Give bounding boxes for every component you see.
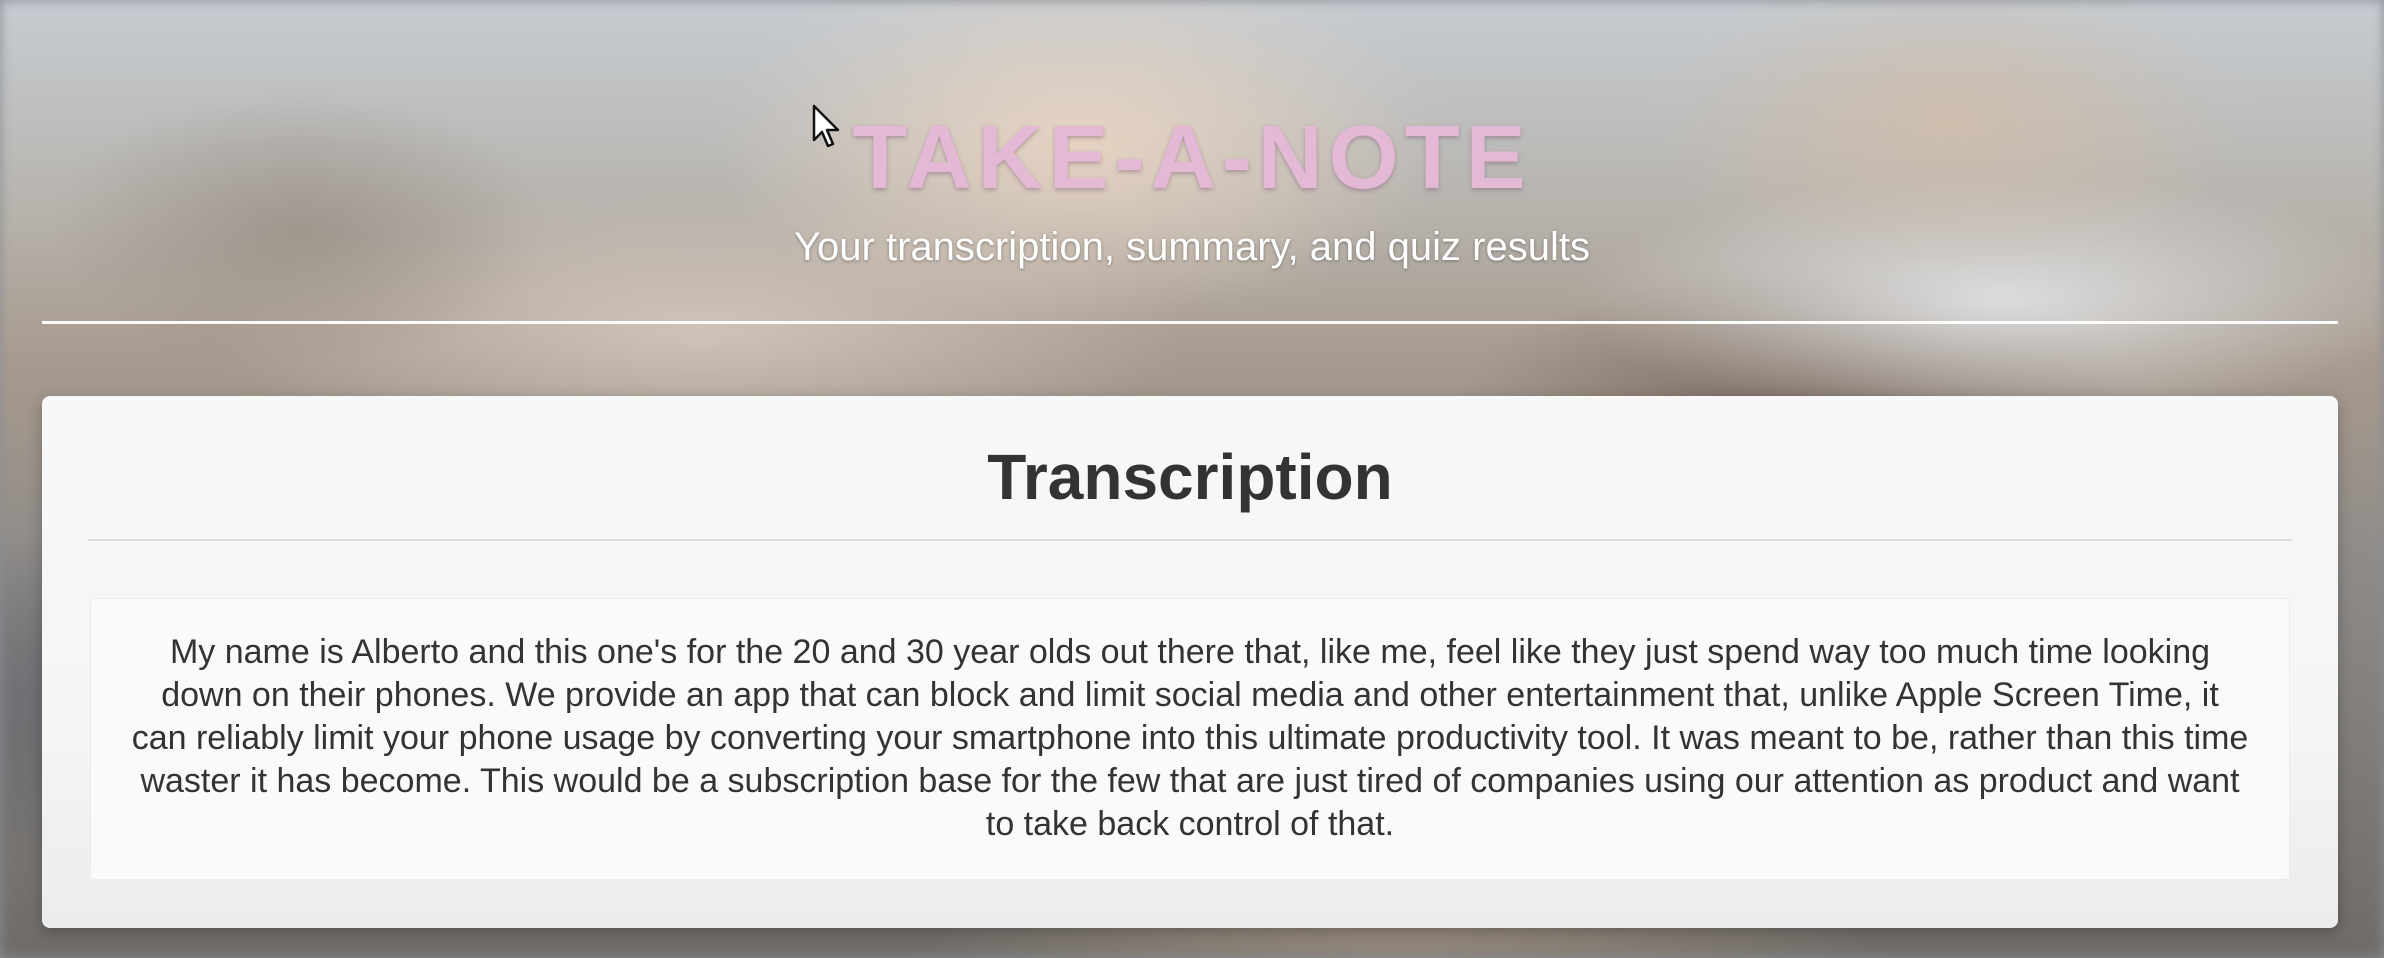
mouse-pointer-icon	[812, 104, 840, 148]
transcription-heading: Transcription	[987, 441, 1393, 513]
app-title: TAKE-A-NOTE	[852, 108, 1532, 208]
transcription-text-box: My name is Alberto and this one's for th…	[90, 598, 2290, 880]
card-divider	[88, 539, 2292, 541]
transcription-text: My name is Alberto and this one's for th…	[131, 633, 2249, 843]
transcription-card: Transcription My name is Alberto and thi…	[42, 396, 2338, 928]
page-subtitle: Your transcription, summary, and quiz re…	[794, 225, 1590, 269]
header-divider	[42, 321, 2338, 324]
page-header: TAKE-A-NOTE Your transcription, summary,…	[0, 0, 2384, 330]
